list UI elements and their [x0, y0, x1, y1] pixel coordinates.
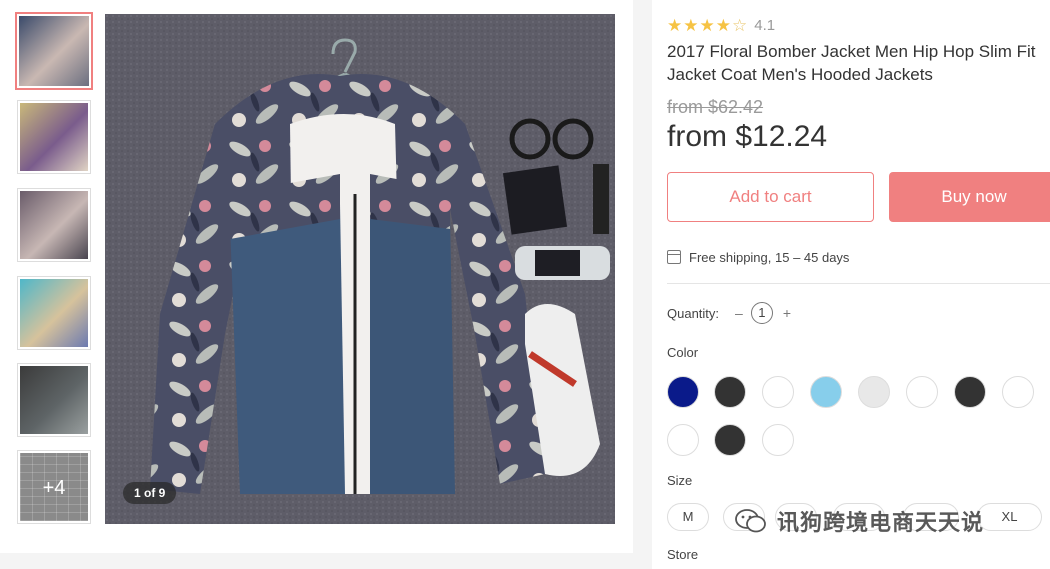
star-icon: ★: [699, 16, 715, 35]
thumbnail-more[interactable]: +4: [17, 450, 91, 524]
calendar-icon: [667, 250, 681, 264]
rating[interactable]: ★ ★ ★ ★ ☆ 4.1: [667, 16, 775, 36]
thumbnail-image: [20, 191, 88, 259]
color-swatch[interactable]: [954, 376, 986, 408]
thumbnail-3[interactable]: [17, 188, 91, 262]
thumbnail-5[interactable]: [17, 363, 91, 437]
watermark-text: 讯狗跨境电商天天说: [777, 511, 985, 536]
star-icon: ★: [667, 16, 683, 35]
store-label: Store: [667, 547, 699, 562]
product-title-line-1: 2017 Floral Bomber Jacket Men Hip Hop Sl…: [667, 42, 1036, 61]
color-swatch[interactable]: [762, 376, 794, 408]
star-icon: ★: [683, 16, 699, 35]
size-option[interactable]: M: [667, 503, 709, 531]
rating-stars: ★ ★ ★ ★ ☆: [667, 16, 748, 36]
shipping-text: Free shipping, 15 – 45 days: [689, 249, 850, 265]
buy-now-button[interactable]: Buy now: [889, 172, 1050, 222]
thumbnail-image: [20, 366, 88, 434]
main-product-image[interactable]: [105, 14, 615, 524]
size-label: Size: [667, 473, 693, 488]
color-swatch[interactable]: [714, 376, 746, 408]
thumbnail-2[interactable]: [17, 100, 91, 174]
product-info-panel: ★ ★ ★ ★ ☆ 4.1 2017 Floral Bomber Jacket …: [652, 0, 1050, 569]
thumbnail-image: [19, 16, 89, 86]
divider: [667, 283, 1050, 284]
add-to-cart-button[interactable]: Add to cart: [667, 172, 874, 222]
product-title: 2017 Floral Bomber Jacket Men Hip Hop Sl…: [667, 40, 1050, 86]
wechat-icon: [735, 509, 766, 533]
color-swatch[interactable]: [762, 424, 794, 456]
color-label: Color: [667, 345, 699, 360]
more-count: +4: [42, 477, 66, 499]
color-swatch[interactable]: [667, 424, 699, 456]
original-price: from $62.42: [667, 97, 764, 117]
quantity-increase-button[interactable]: +: [783, 305, 791, 321]
color-swatch[interactable]: [1002, 376, 1034, 408]
thumbnail-image: [20, 279, 88, 347]
sale-price: from $12.24: [667, 120, 828, 153]
thumbnail-1[interactable]: [15, 12, 93, 90]
image-gallery: +4 1 of 9: [0, 0, 633, 553]
quantity-decrease-button[interactable]: –: [735, 305, 743, 321]
color-swatch[interactable]: [810, 376, 842, 408]
watermark: 讯狗跨境电商天天说: [735, 505, 984, 537]
quantity-stepper: Quantity: – 1 +: [667, 300, 791, 326]
thumbnail-4[interactable]: [17, 276, 91, 350]
star-icon: ★: [715, 16, 731, 35]
quantity-label: Quantity:: [667, 305, 720, 321]
color-swatch[interactable]: [906, 376, 938, 408]
size-option[interactable]: XL: [977, 503, 1042, 531]
thumbnail-image: [20, 103, 88, 171]
color-swatch[interactable]: [858, 376, 890, 408]
color-swatch[interactable]: [667, 376, 699, 408]
rating-value: 4.1: [754, 17, 776, 34]
jacket-photo: [105, 14, 615, 524]
image-counter-badge: 1 of 9: [123, 482, 177, 504]
shipping-info: Free shipping, 15 – 45 days: [667, 247, 849, 267]
product-page: +4 1 of 9 ★ ★ ★ ★ ☆ 4.1 2017 Floral Bomb…: [0, 0, 1050, 569]
quantity-value[interactable]: 1: [750, 302, 773, 324]
color-swatch[interactable]: [714, 424, 746, 456]
star-empty-icon: ☆: [732, 16, 748, 35]
product-title-line-2: Jacket Coat Men's Hooded Jackets: [667, 65, 933, 84]
